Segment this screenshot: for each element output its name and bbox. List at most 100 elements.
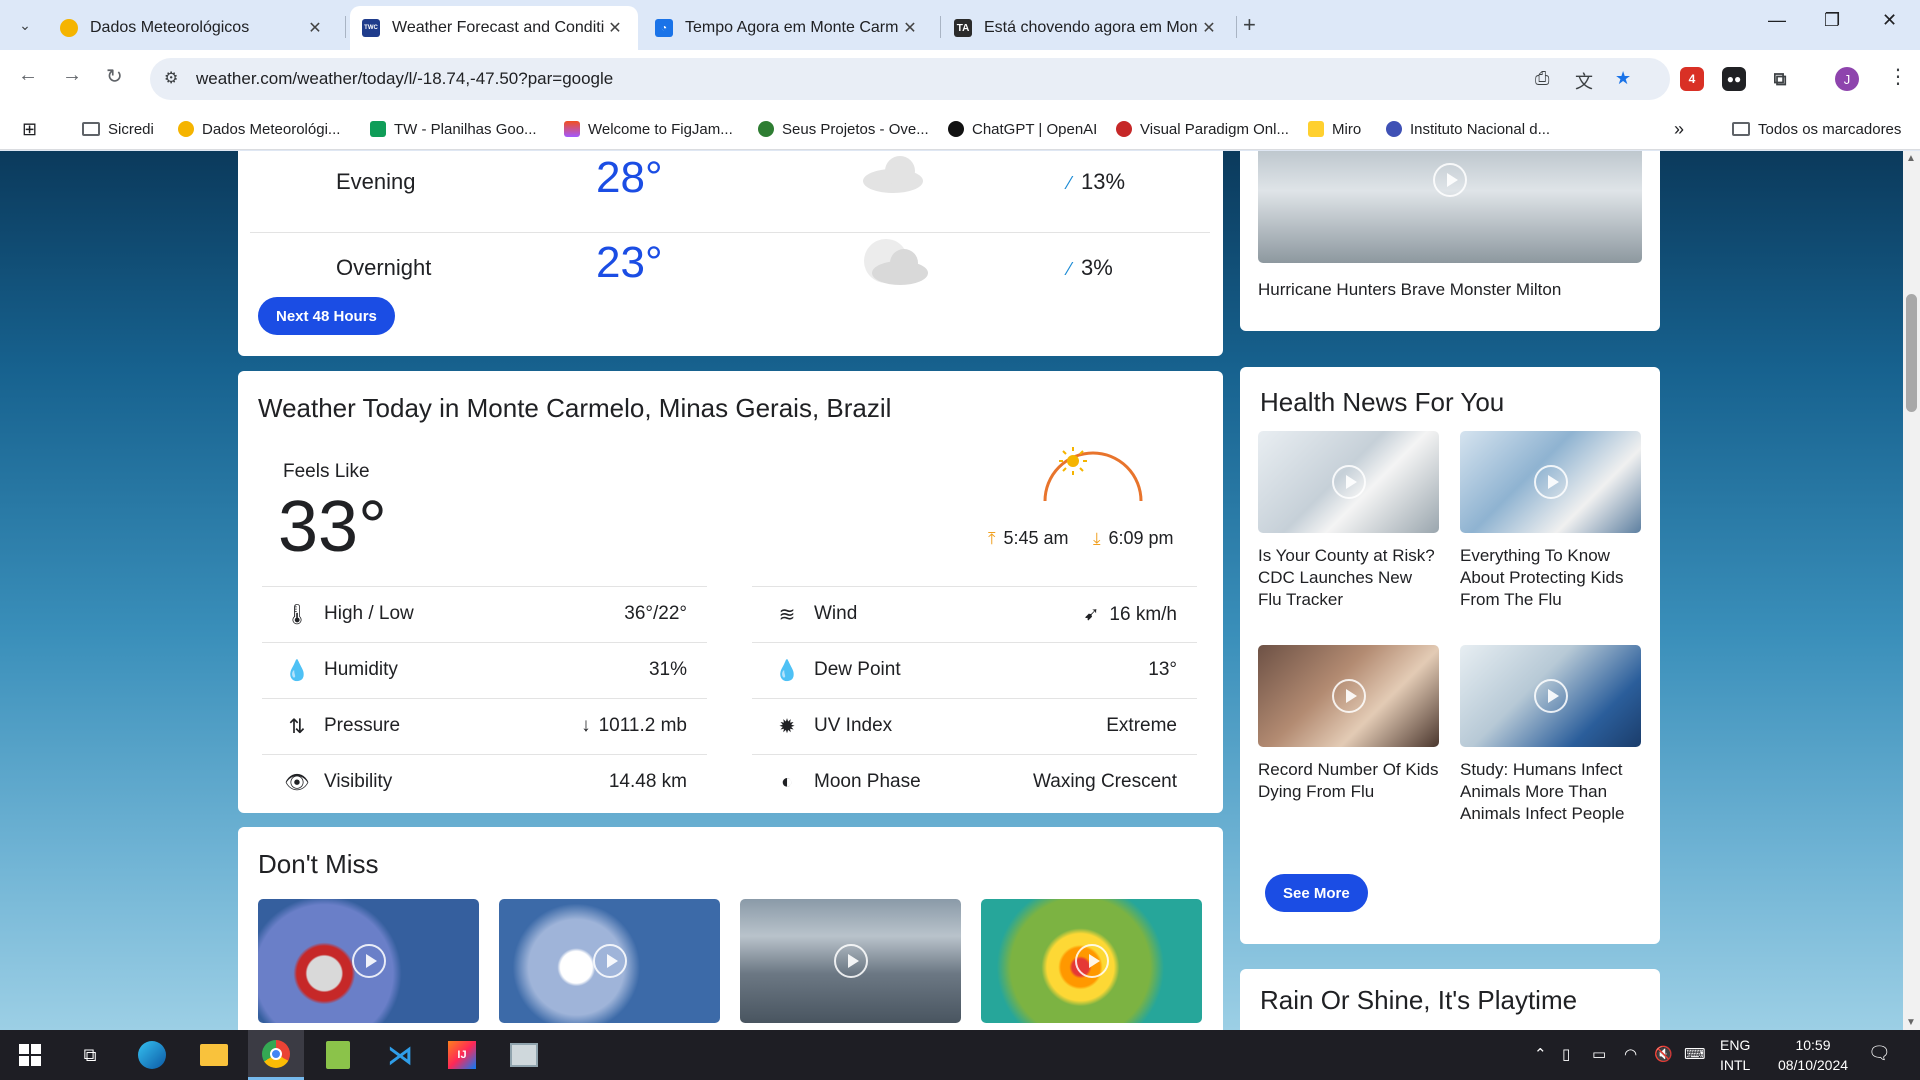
- detail-dew-point: 💧 Dew Point 13°: [752, 642, 1197, 698]
- file-explorer-icon[interactable]: [186, 1030, 242, 1080]
- task-view-icon[interactable]: ⧉: [62, 1030, 118, 1080]
- url-text[interactable]: weather.com/weather/today/l/-18.74,-47.5…: [196, 69, 613, 89]
- precip-chance: ⁄ 13%: [1068, 169, 1125, 195]
- health-caption[interactable]: Record Number Of Kids Dying From Flu: [1258, 759, 1440, 803]
- language-indicator[interactable]: ENG INTL: [1720, 1035, 1750, 1075]
- site-info-icon[interactable]: ⚙: [164, 68, 178, 88]
- play-icon[interactable]: [1331, 679, 1366, 713]
- show-hidden-icons-icon[interactable]: ⌃: [1534, 1045, 1547, 1063]
- back-icon[interactable]: ←: [18, 64, 38, 87]
- raindrop-icon: ⁄: [1068, 259, 1072, 279]
- profile-avatar[interactable]: J: [1835, 67, 1859, 91]
- video-thumbnail[interactable]: [499, 899, 720, 1023]
- intellij-icon[interactable]: IJ: [434, 1030, 490, 1080]
- restore-icon[interactable]: ❐: [1824, 10, 1840, 31]
- tab-weather-forecast[interactable]: TWC Weather Forecast and Condition ✕: [350, 6, 638, 50]
- battery-icon[interactable]: ▭: [1592, 1045, 1606, 1063]
- play-icon[interactable]: [1331, 465, 1366, 499]
- video-caption[interactable]: Hurricane Hunters Brave Monster Milton: [1258, 279, 1561, 301]
- video-thumbnail[interactable]: [1258, 151, 1642, 263]
- clock[interactable]: 10:59 08/10/2024: [1763, 1035, 1863, 1075]
- reload-icon[interactable]: ↻: [106, 64, 123, 89]
- wifi-icon[interactable]: ◠: [1624, 1045, 1637, 1063]
- start-button[interactable]: [2, 1030, 58, 1080]
- bookmark-sicredi[interactable]: Sicredi: [82, 116, 154, 142]
- play-icon[interactable]: [1074, 944, 1109, 978]
- humidity-icon: 💧: [284, 659, 310, 682]
- detail-label: High / Low: [324, 603, 414, 624]
- scroll-down-icon[interactable]: ▼: [1906, 1017, 1916, 1028]
- page-scrollbar[interactable]: ▲ ▼: [1903, 151, 1920, 1030]
- new-tab-button[interactable]: +: [1243, 12, 1256, 38]
- video-thumbnail[interactable]: [1460, 431, 1641, 533]
- keyboard-icon[interactable]: ⌨: [1684, 1045, 1706, 1063]
- tab-dados-meteorologicos[interactable]: Dados Meteorológicos ✕: [48, 6, 338, 50]
- device-icon[interactable]: ▯: [1562, 1045, 1570, 1063]
- vscode-icon[interactable]: ⋊: [372, 1030, 428, 1080]
- scroll-up-icon[interactable]: ▲: [1906, 153, 1916, 164]
- bookmark-dados-meteorologicos[interactable]: Dados Meteorológi...: [178, 116, 340, 142]
- playtime-card: Rain Or Shine, It's Playtime: [1240, 969, 1660, 1030]
- sunrise-icon: ⤒: [988, 528, 996, 548]
- play-icon[interactable]: [351, 944, 386, 978]
- window-close-icon[interactable]: ✕: [1882, 10, 1897, 31]
- video-thumbnail[interactable]: [740, 899, 961, 1023]
- close-icon[interactable]: ✕: [1198, 18, 1220, 38]
- address-bar[interactable]: ⚙ weather.com/weather/today/l/-18.74,-47…: [150, 58, 1670, 100]
- video-thumbnail[interactable]: [1258, 431, 1439, 533]
- forward-icon[interactable]: →: [62, 64, 82, 87]
- scrollbar-thumb[interactable]: [1906, 294, 1917, 412]
- pressure-icon: ⇅: [288, 715, 306, 738]
- hourly-forecast-card: Evening 28° ⁄ 13% Overnight 23° ⁄ 3% Next …: [238, 151, 1223, 356]
- close-icon[interactable]: ✕: [604, 18, 626, 38]
- translate-icon[interactable]: 文: [1575, 68, 1593, 94]
- minimize-icon[interactable]: —: [1768, 10, 1786, 31]
- volume-muted-icon[interactable]: 🔇: [1654, 1045, 1673, 1063]
- precip-value: 3%: [1081, 255, 1113, 280]
- leaf-icon: [758, 121, 774, 137]
- health-caption[interactable]: Is Your County at Risk? CDC Launches New…: [1258, 545, 1440, 611]
- app-window-icon[interactable]: [496, 1030, 552, 1080]
- video-thumbnail[interactable]: [1258, 645, 1439, 747]
- bookmark-instituto-nacional[interactable]: Instituto Nacional d...: [1386, 116, 1550, 142]
- puzzle-extensions-icon[interactable]: ⧉: [1768, 67, 1792, 91]
- all-bookmarks-folder[interactable]: Todos os marcadores: [1732, 116, 1901, 142]
- close-icon[interactable]: ✕: [304, 18, 326, 38]
- bookmark-star-icon[interactable]: ★: [1615, 68, 1631, 89]
- more-menu-icon[interactable]: ⋮: [1888, 64, 1908, 89]
- visibility-icon: 👁: [284, 771, 310, 794]
- notifications-icon[interactable]: 🗨: [1868, 1043, 1891, 1064]
- bookmark-seus-projetos[interactable]: Seus Projetos - Ove...: [758, 116, 929, 142]
- dont-miss-card: Don't Miss: [238, 827, 1223, 1030]
- see-more-button[interactable]: See More: [1265, 874, 1368, 912]
- health-caption[interactable]: Study: Humans Infect Animals More Than A…: [1460, 759, 1642, 825]
- notepad-icon[interactable]: [310, 1030, 366, 1080]
- video-thumbnail[interactable]: [258, 899, 479, 1023]
- tab-esta-chovendo[interactable]: TA Está chovendo agora em Monte ✕: [942, 6, 1232, 50]
- extension-badge-icon[interactable]: 4: [1680, 67, 1704, 91]
- tab-search-button[interactable]: ⌄: [10, 10, 40, 40]
- detail-label: Humidity: [324, 659, 398, 680]
- extension-icon[interactable]: ●●: [1722, 67, 1746, 91]
- next-48-hours-button[interactable]: Next 48 Hours: [258, 297, 395, 335]
- apps-grid-icon[interactable]: ⊞: [22, 116, 37, 142]
- bookmark-visual-paradigm[interactable]: Visual Paradigm Onl...: [1116, 116, 1289, 142]
- health-caption[interactable]: Everything To Know About Protecting Kids…: [1460, 545, 1642, 611]
- close-icon[interactable]: ✕: [899, 18, 921, 38]
- chrome-icon[interactable]: [248, 1030, 304, 1080]
- play-icon[interactable]: [833, 944, 868, 978]
- play-icon[interactable]: [1433, 163, 1467, 197]
- play-icon[interactable]: [1533, 679, 1568, 713]
- install-app-icon[interactable]: ⎙: [1535, 68, 1549, 89]
- edge-icon[interactable]: [124, 1030, 180, 1080]
- bookmark-planilhas[interactable]: TW - Planilhas Goo...: [370, 116, 537, 142]
- bookmark-figjam[interactable]: Welcome to FigJam...: [564, 116, 733, 142]
- video-thumbnail[interactable]: [1460, 645, 1641, 747]
- play-icon[interactable]: [592, 944, 627, 978]
- bookmarks-overflow-icon[interactable]: »: [1674, 116, 1684, 142]
- video-thumbnail[interactable]: [981, 899, 1202, 1023]
- play-icon[interactable]: [1533, 465, 1568, 499]
- bookmark-chatgpt[interactable]: ChatGPT | OpenAI: [948, 116, 1097, 142]
- bookmark-miro[interactable]: Miro: [1308, 116, 1361, 142]
- tab-tempo-agora[interactable]: ◔ Tempo Agora em Monte Carme ✕: [643, 6, 933, 50]
